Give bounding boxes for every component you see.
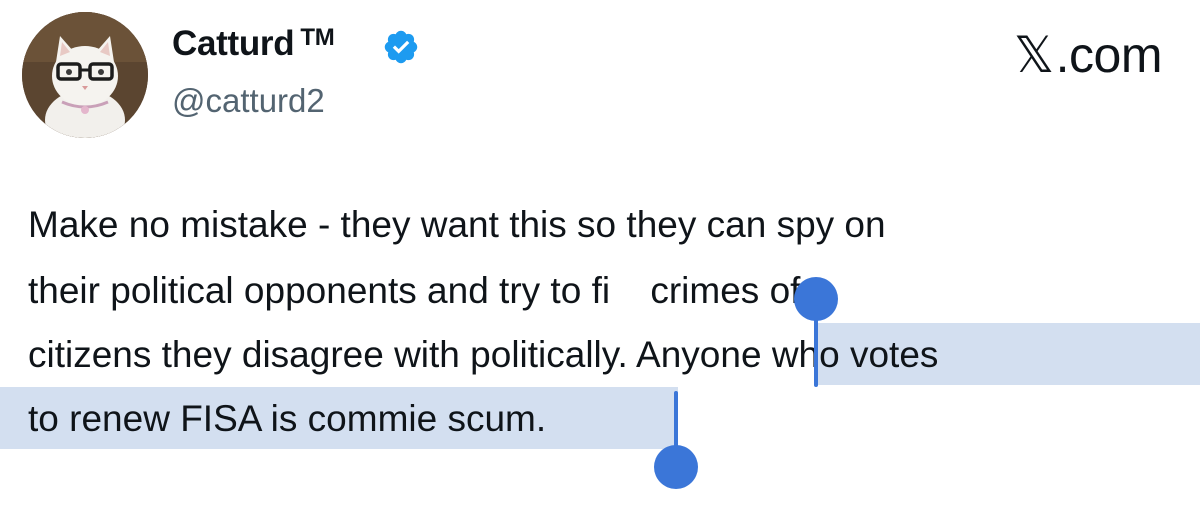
verified-badge-icon	[384, 30, 418, 64]
selection-end-handle-knob[interactable]	[654, 445, 698, 489]
trademark-mark: TM	[300, 24, 335, 51]
author-handle[interactable]: @catturd2	[172, 82, 325, 120]
tweet-line-2: their political opponents and try to fi …	[28, 261, 800, 321]
cat-avatar-icon	[22, 12, 148, 138]
site-domain-text: .com	[1055, 27, 1163, 83]
tweet-line-3-unselected: citizens they disagree with politically.	[28, 334, 637, 375]
x-logo-icon: 𝕏	[1013, 26, 1054, 84]
avatar[interactable]	[22, 12, 148, 138]
tweet-line-2-tail: crimes of	[640, 270, 801, 311]
author-display-name[interactable]: Catturd TM	[172, 24, 335, 64]
selection-start-handle-bar[interactable]	[814, 305, 818, 387]
tweet-line-3-selected: Anyone who votes	[636, 334, 939, 375]
site-label: 𝕏.com	[1013, 26, 1163, 84]
author-name-text: Catturd	[172, 24, 295, 63]
selection-end-handle-bar[interactable]	[674, 391, 678, 453]
tweet-text[interactable]: Make no mistake - they want this so they…	[0, 195, 1200, 489]
tweet-line-1: Make no mistake - they want this so they…	[28, 204, 886, 245]
tweet-line-3: citizens they disagree with politically.…	[28, 325, 938, 385]
tweet-line-4: to renew FISA is commie scum.	[28, 398, 547, 439]
tweet-line-2-head: their political opponents and try to fi	[28, 270, 611, 311]
